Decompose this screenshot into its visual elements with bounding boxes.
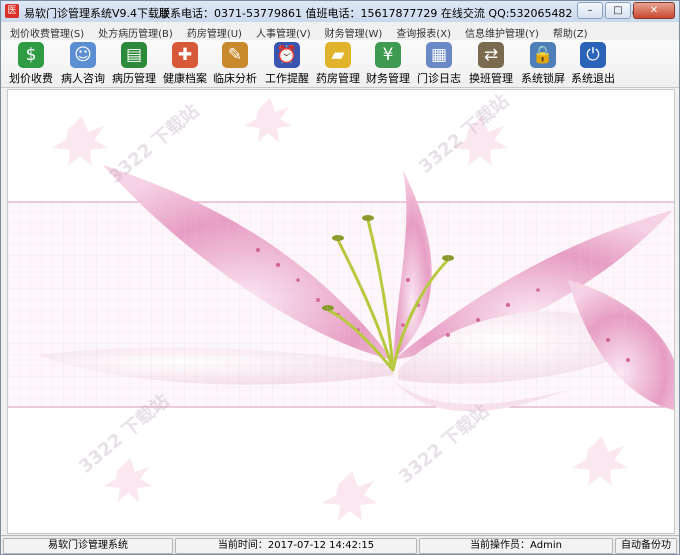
toolbar-label: 药房管理 — [316, 72, 360, 85]
toolbar-work-reminder-button[interactable]: ⏰ 工作提醒 — [261, 42, 313, 86]
maximize-button[interactable]: □ — [605, 2, 631, 19]
window-controls: – □ ✕ — [575, 2, 675, 19]
close-button[interactable]: ✕ — [633, 2, 675, 19]
toolbar-label: 财务管理 — [366, 72, 410, 85]
menu-personnel[interactable]: 人事管理(V) — [247, 22, 316, 40]
toolbar-pharmacy-button[interactable]: ▰ 药房管理 — [312, 42, 364, 86]
toolbar-billing-button[interactable]: $ 划价收费 — [5, 42, 57, 86]
app-icon: 医 — [5, 4, 19, 18]
toolbar-label: 工作提醒 — [265, 72, 309, 85]
folder-icon: ▰ — [325, 42, 351, 68]
status-backup: 自动备份功 — [615, 538, 677, 554]
toolbar-label: 系统锁屏 — [521, 72, 565, 85]
money-icon: $ — [18, 42, 44, 68]
toolbar-label: 病历管理 — [112, 72, 156, 85]
toolbar-patient-consult-button[interactable]: ☺ 病人咨询 — [57, 42, 109, 86]
toolbar-lock-screen-button[interactable]: 🔒 系统锁屏 — [517, 42, 569, 86]
toolbar-clinical-analysis-button[interactable]: ✎ 临床分析 — [209, 42, 261, 86]
toolbar-label: 门诊日志 — [417, 72, 461, 85]
health-file-icon: ✚ — [172, 42, 198, 68]
menu-prescription[interactable]: 处方病历管理(B) — [89, 22, 178, 40]
status-current-time: 当前时间：2017-07-12 14:42:15 — [175, 538, 417, 554]
patient-icon: ☺ — [70, 42, 96, 68]
status-bar: 易软门诊管理系统 当前时间：2017-07-12 14:42:15 当前操作员：… — [1, 535, 679, 554]
shift-icon: ⇄ — [478, 42, 504, 68]
menu-pharmacy[interactable]: 药房管理(U) — [178, 22, 247, 40]
toolbar-clinic-log-button[interactable]: ▦ 门诊日志 — [413, 42, 465, 86]
clipboard-icon: ✎ — [222, 42, 248, 68]
toolbar-label: 换班管理 — [469, 72, 513, 85]
lily-background-image — [8, 98, 674, 521]
toolbar-finance-button[interactable]: ¥ 财务管理 — [362, 42, 414, 86]
finance-icon: ¥ — [375, 42, 401, 68]
toolbar-health-file-button[interactable]: ✚ 健康档案 — [159, 42, 211, 86]
menu-reports[interactable]: 查询报表(X) — [387, 22, 456, 40]
toolbar-label: 健康档案 — [163, 72, 207, 85]
toolbar: $ 划价收费 ☺ 病人咨询 ▤ 病历管理 ✚ 健康档案 ✎ 临床分析 ⏰ 工作提… — [1, 40, 679, 88]
window-title: 易软门诊管理系统V9.4下载版 — [24, 7, 171, 20]
toolbar-exit-button[interactable]: ⏻ 系统退出 — [567, 42, 619, 86]
alarm-clock-icon: ⏰ — [274, 42, 300, 68]
menu-help[interactable]: 帮助(Z) — [544, 22, 593, 40]
menu-finance[interactable]: 财务管理(W) — [316, 22, 388, 40]
minimize-button[interactable]: – — [577, 2, 603, 19]
contact-info: 联系电话：0371-53779861 值班电话：15617877729 在线交流… — [159, 7, 646, 20]
title-bar[interactable]: 医 易软门诊管理系统V9.4下载版 联系电话：0371-53779861 值班电… — [1, 1, 679, 23]
app-window: 医 易软门诊管理系统V9.4下载版 联系电话：0371-53779861 值班电… — [0, 0, 680, 555]
menu-maintenance[interactable]: 信息维护管理(Y) — [456, 22, 544, 40]
status-operator: 当前操作员：Admin — [419, 538, 613, 554]
record-book-icon: ▤ — [121, 42, 147, 68]
lock-icon: 🔒 — [530, 42, 556, 68]
power-icon: ⏻ — [580, 42, 606, 68]
toolbar-label: 系统退出 — [571, 72, 615, 85]
toolbar-label: 划价收费 — [9, 72, 53, 85]
toolbar-label: 病人咨询 — [61, 72, 105, 85]
toolbar-shift-button[interactable]: ⇄ 换班管理 — [465, 42, 517, 86]
menu-billing[interactable]: 划价收费管理(S) — [1, 22, 89, 40]
main-workspace: 3322 下载站 3322 下载站 3322 下载站 3322 下载站 — [7, 89, 675, 534]
status-system-name: 易软门诊管理系统 — [3, 538, 173, 554]
toolbar-label: 临床分析 — [213, 72, 257, 85]
log-icon: ▦ — [426, 42, 452, 68]
toolbar-medical-record-button[interactable]: ▤ 病历管理 — [108, 42, 160, 86]
menu-bar: 划价收费管理(S) 处方病历管理(B) 药房管理(U) 人事管理(V) 财务管理… — [1, 22, 679, 40]
